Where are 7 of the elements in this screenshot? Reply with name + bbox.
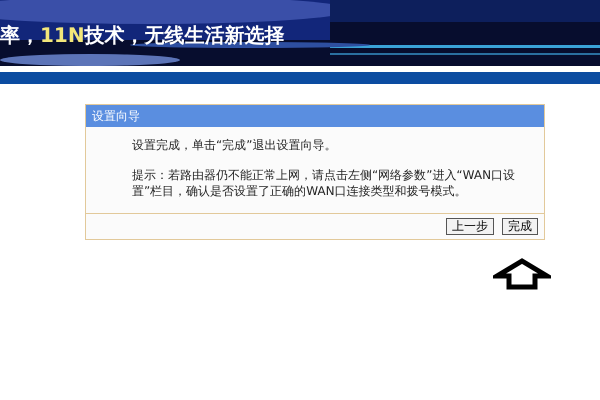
finish-button[interactable]: 完成 bbox=[502, 218, 538, 235]
dialog-title: 设置向导 bbox=[86, 105, 544, 127]
back-button[interactable]: 上一步 bbox=[446, 218, 494, 235]
message-text: 设置完成，单击“完成”退出设置向导。 bbox=[132, 137, 338, 153]
message-text: 提示：若路由器仍不能正常上网，请点击左侧“网络参数”进入“WAN口设置”栏目，确认是否设置了正确的WAN口连接类型和拨号模式。 bbox=[132, 167, 516, 199]
up-arrow-icon bbox=[493, 258, 551, 290]
banner-slogan: 率，11N技术，无线生活新选择 bbox=[0, 22, 285, 49]
